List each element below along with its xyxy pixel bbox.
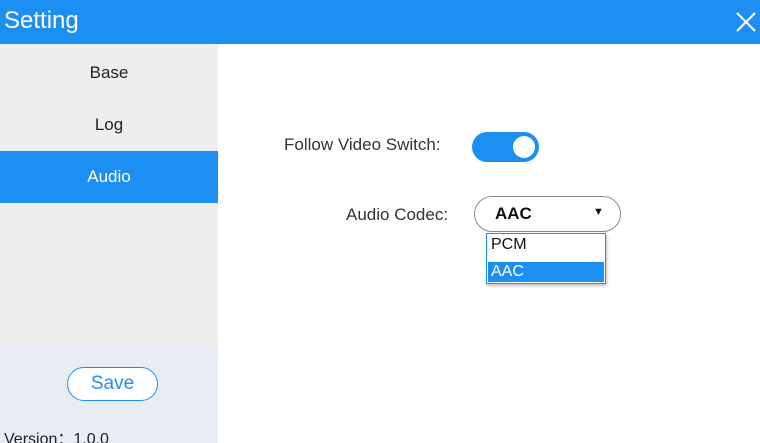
sidebar-item-log[interactable]: Log bbox=[0, 99, 218, 151]
follow-video-switch-label: Follow Video Switch: bbox=[284, 135, 441, 154]
dropdown-option-pcm[interactable]: PCM bbox=[488, 235, 604, 255]
caret-down-icon: ▼ bbox=[593, 206, 604, 218]
close-button[interactable] bbox=[734, 10, 758, 34]
sidebar-item-audio[interactable]: Audio bbox=[0, 151, 218, 203]
save-button[interactable]: Save bbox=[67, 367, 158, 401]
sidebar-item-label: Audio bbox=[87, 167, 131, 186]
audio-codec-label: Audio Codec: bbox=[346, 205, 449, 224]
follow-video-switch-toggle[interactable] bbox=[472, 132, 539, 162]
audio-codec-select[interactable]: AAC ▼ bbox=[474, 196, 621, 232]
settings-window: Setting Base Log Audio Save Version：1.0.… bbox=[0, 0, 760, 443]
toggle-knob bbox=[513, 136, 535, 158]
window-title: Setting bbox=[4, 7, 79, 34]
sidebar-item-label: Log bbox=[94, 115, 124, 134]
audio-codec-dropdown: PCM AAC bbox=[486, 233, 606, 284]
audio-codec-value: AAC bbox=[495, 204, 532, 223]
sidebar: Base Log Audio Save Version：1.0.0 bbox=[0, 44, 218, 443]
version-label: Version：1.0.0 bbox=[4, 431, 109, 443]
dropdown-option-aac[interactable]: AAC bbox=[488, 262, 604, 282]
sidebar-item-base[interactable]: Base bbox=[0, 47, 218, 99]
sidebar-item-label: Base bbox=[89, 63, 129, 82]
sidebar-footer: Save Version：1.0.0 bbox=[0, 345, 218, 443]
title-bar: Setting bbox=[0, 0, 760, 44]
close-icon bbox=[736, 12, 756, 32]
